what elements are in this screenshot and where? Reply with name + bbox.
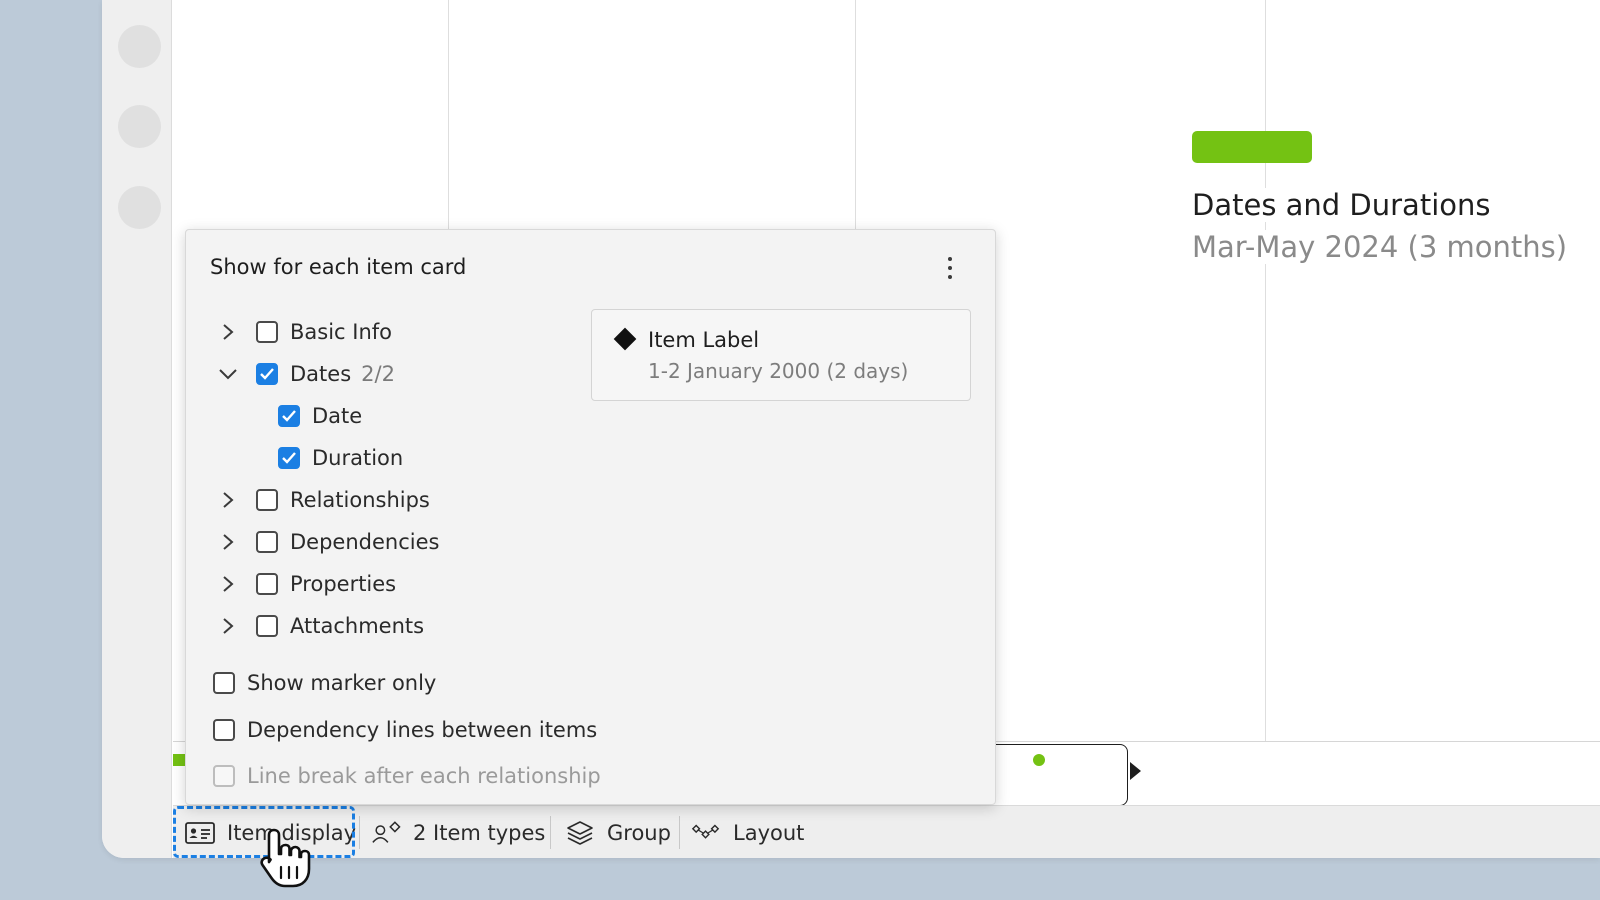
dependencies-checkbox[interactable] (256, 531, 278, 553)
option-dependency-lines[interactable]: Dependency lines between items (213, 714, 597, 746)
properties-checkbox[interactable] (256, 573, 278, 595)
chevron-right-icon[interactable] (218, 616, 238, 636)
tree-row-duration[interactable]: Duration (278, 442, 403, 474)
tree-row-attachments[interactable]: Attachments (218, 610, 424, 642)
toolbar-divider (359, 816, 360, 849)
chevron-right-icon[interactable] (218, 532, 238, 552)
tree-label: Relationships (290, 488, 430, 512)
timeline-marker[interactable] (173, 754, 185, 766)
item-color-bar[interactable] (1192, 131, 1312, 163)
tree-label: Attachments (290, 614, 425, 638)
chevron-right-icon[interactable] (218, 490, 238, 510)
tree-label: Dates (290, 362, 352, 386)
rail-avatar-2[interactable] (118, 105, 161, 148)
dates-checkbox[interactable] (256, 363, 278, 385)
tree-row-date[interactable]: Date (278, 400, 362, 432)
dependency-lines-checkbox[interactable] (213, 719, 235, 741)
layout-diamonds-icon (691, 820, 721, 846)
tree-label: Date (312, 404, 363, 428)
group-label: Group (607, 820, 671, 845)
group-button[interactable]: Group (565, 806, 671, 858)
timeline-dot[interactable] (1033, 754, 1045, 766)
dates-count: 2/2 (361, 362, 395, 386)
layout-label: Layout (733, 820, 805, 845)
item-card-preview: Item Label 1-2 January 2000 (2 days) (591, 309, 971, 401)
grid-line (1265, 0, 1266, 804)
kebab-menu-icon[interactable] (942, 254, 958, 282)
left-rail (102, 0, 172, 858)
preview-item-detail: 1-2 January 2000 (2 days) (648, 359, 909, 383)
tree-label: Properties (290, 572, 397, 596)
item-card-subtitle: Mar-May 2024 (3 months) (1192, 230, 1572, 264)
item-types-label: 2 Item types (413, 820, 546, 845)
item-display-popover: Show for each item card Basic Info Dates… (185, 229, 996, 805)
layout-button[interactable]: Layout (691, 806, 804, 858)
person-diamond-icon (371, 820, 401, 846)
bottom-toolbar: Item display 2 Item types Group Layout (173, 805, 1600, 858)
hand-pointer-cursor-icon (260, 828, 311, 888)
chevron-right-icon[interactable] (218, 322, 238, 342)
relationships-checkbox[interactable] (256, 489, 278, 511)
rail-avatar-1[interactable] (118, 25, 161, 68)
option-label: Show marker only (247, 671, 437, 695)
chevron-down-icon[interactable] (218, 364, 238, 384)
option-show-marker-only[interactable]: Show marker only (213, 667, 436, 699)
show-marker-only-checkbox[interactable] (213, 672, 235, 694)
rail-avatar-3[interactable] (118, 186, 161, 229)
tree-label: Basic Info (290, 320, 393, 344)
chevron-right-icon[interactable] (218, 574, 238, 594)
tree-row-dependencies[interactable]: Dependencies (218, 526, 439, 558)
date-checkbox[interactable] (278, 405, 300, 427)
toolbar-divider (550, 816, 551, 849)
option-line-break: Line break after each relationship (213, 760, 601, 792)
tree-label: Dependencies (290, 530, 440, 554)
toolbar-divider (679, 816, 680, 849)
tree-row-dates[interactable]: Dates 2/2 (218, 358, 395, 390)
item-card-title[interactable]: Dates and Durations (1192, 188, 1495, 222)
basic-info-checkbox[interactable] (256, 321, 278, 343)
layers-icon (565, 820, 595, 846)
preview-item-label: Item Label (648, 328, 760, 352)
tree-row-properties[interactable]: Properties (218, 568, 396, 600)
attachments-checkbox[interactable] (256, 615, 278, 637)
tree-label: Duration (312, 446, 404, 470)
line-break-checkbox (213, 765, 235, 787)
option-label: Dependency lines between items (247, 718, 598, 742)
diamond-marker-icon (613, 327, 637, 351)
tree-row-basic-info[interactable]: Basic Info (218, 316, 392, 348)
timeline-arrow-icon[interactable] (1130, 762, 1141, 780)
tree-row-relationships[interactable]: Relationships (218, 484, 430, 516)
popover-title: Show for each item card (210, 255, 467, 279)
item-types-button[interactable]: 2 Item types (371, 806, 545, 858)
id-card-icon (185, 820, 215, 846)
duration-checkbox[interactable] (278, 447, 300, 469)
option-label: Line break after each relationship (247, 764, 601, 788)
